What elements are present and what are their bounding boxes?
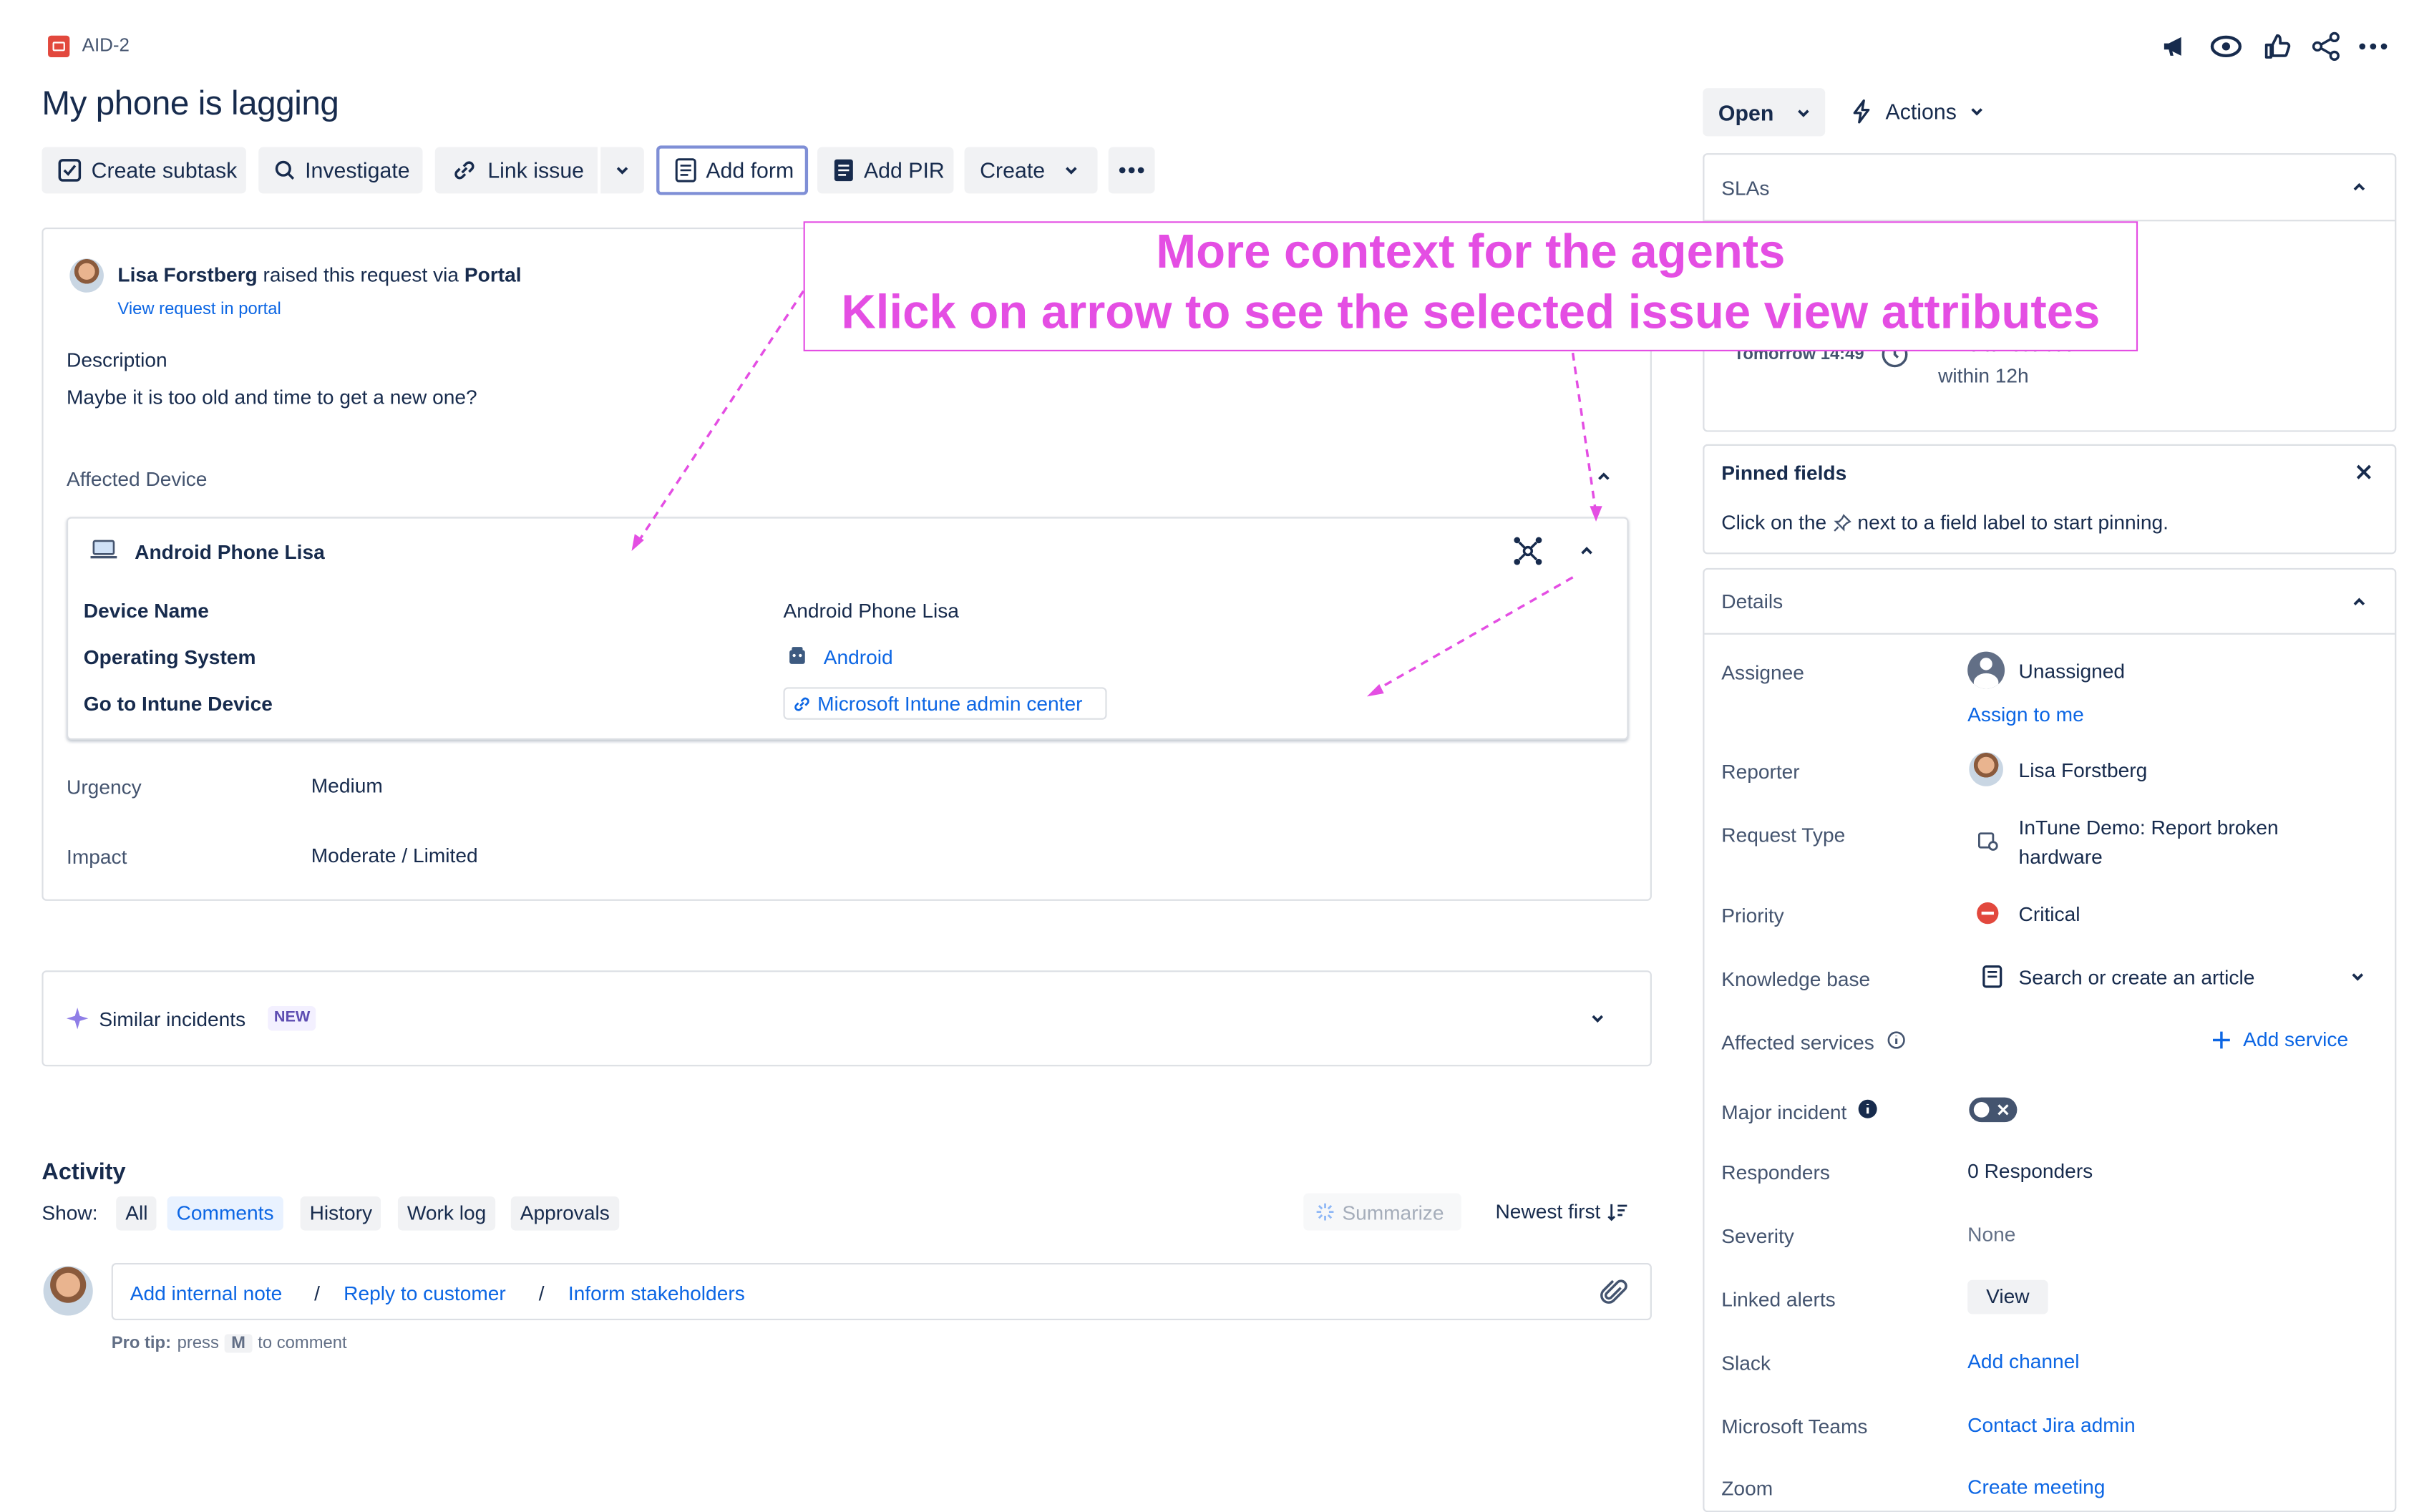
annotation-arrow-to-device-card: [635, 290, 805, 546]
annotation-arrow-to-attributes: [1372, 576, 1574, 693]
annotation-arrow-to-chevron: [1571, 352, 1597, 514]
annotation-arrows: [631, 290, 1602, 697]
